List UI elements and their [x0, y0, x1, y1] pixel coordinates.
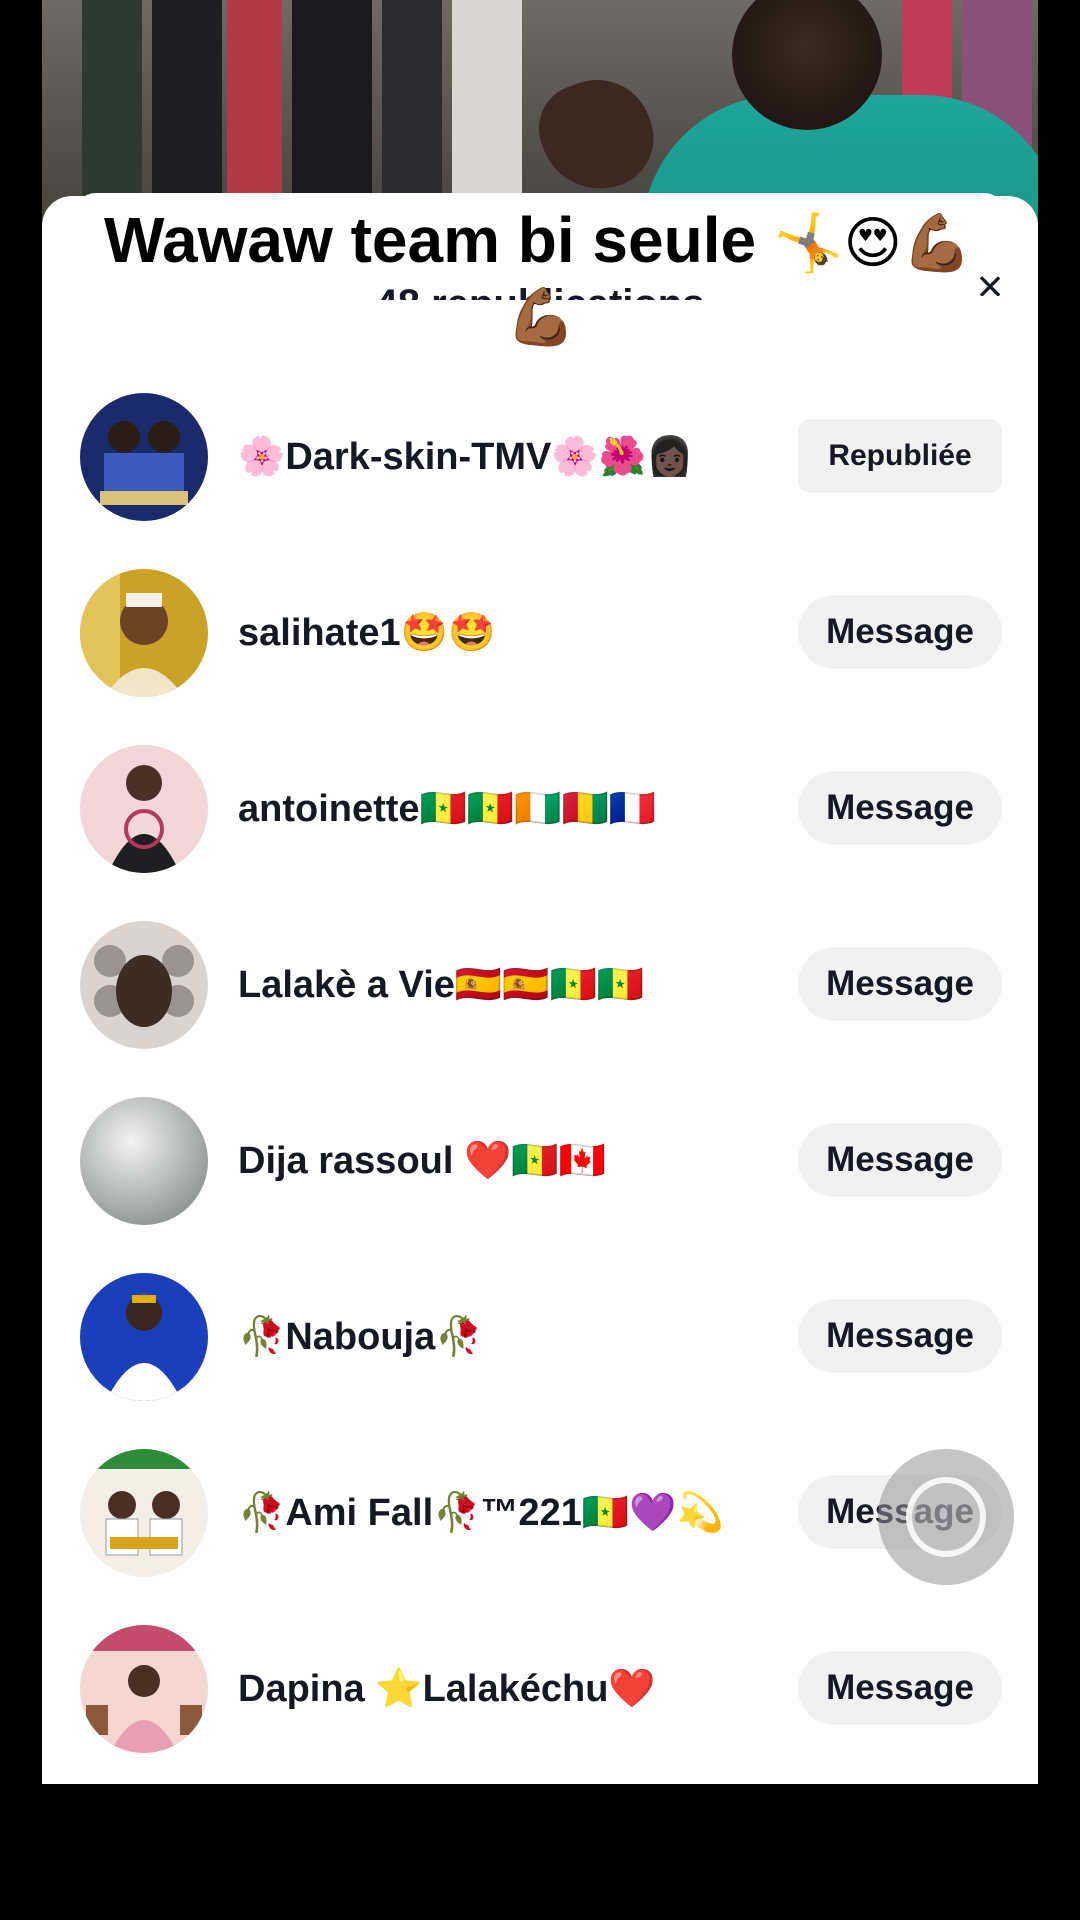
- list-item[interactable]: 🌸Dark-skin-TMV🌸🌺👩🏿 Republiée: [42, 371, 1038, 547]
- username[interactable]: 🌸Dark-skin-TMV🌸🌺👩🏿: [238, 429, 693, 485]
- message-button[interactable]: Message: [798, 1651, 1002, 1725]
- avatar-image: [80, 569, 208, 697]
- message-button[interactable]: Message: [798, 947, 1002, 1021]
- caption-text: Wawaw team bi seule: [104, 204, 757, 276]
- avatar[interactable]: [80, 1449, 208, 1577]
- avatar-image: [80, 1273, 208, 1401]
- message-button[interactable]: Message: [798, 595, 1002, 669]
- avatar[interactable]: [80, 1273, 208, 1401]
- loading-spinner-icon: [878, 1449, 1014, 1585]
- username[interactable]: Lalakè a Vie🇪🇸🇪🇸🇸🇳🇸🇳: [238, 957, 644, 1013]
- avatar[interactable]: [80, 921, 208, 1049]
- username[interactable]: 🥀Ami Fall🥀™221🇸🇳💜💫: [238, 1485, 724, 1541]
- screen: 48 republications × 🌸Dark-skin-TMV🌸🌺👩🏿: [0, 0, 1080, 1920]
- list-item[interactable]: Lalakè a Vie🇪🇸🇪🇸🇸🇳🇸🇳 Message: [42, 899, 1038, 1075]
- avatar[interactable]: [80, 1625, 208, 1753]
- username[interactable]: salihate1🤩🤩: [238, 605, 495, 661]
- message-button[interactable]: Message: [798, 771, 1002, 845]
- avatar[interactable]: [80, 1097, 208, 1225]
- username[interactable]: 🥀Nabouja🥀: [238, 1309, 483, 1365]
- caption-emojis-line2: 💪🏾: [506, 285, 576, 348]
- person-hand: [526, 64, 668, 206]
- avatar[interactable]: [80, 393, 208, 521]
- reposts-list: 🌸Dark-skin-TMV🌸🌺👩🏿 Republiée salihate1🤩🤩…: [42, 371, 1038, 1779]
- list-item[interactable]: 🥀Nabouja🥀 Message: [42, 1251, 1038, 1427]
- reposted-button[interactable]: Republiée: [798, 419, 1002, 493]
- list-item[interactable]: Dapina ⭐Lalakéchu❤️ Message: [42, 1603, 1038, 1779]
- message-button[interactable]: Message: [798, 1299, 1002, 1373]
- username[interactable]: antoinette🇸🇳🇸🇳🇨🇮🇬🇳🇫🇷: [238, 781, 656, 837]
- avatar-image: [80, 1625, 208, 1753]
- avatar-image: [80, 921, 208, 1049]
- avatar-image: [80, 1449, 208, 1577]
- list-item[interactable]: Dija rassoul ❤️🇸🇳🇨🇦 Message: [42, 1075, 1038, 1251]
- list-item[interactable]: salihate1🤩🤩 Message: [42, 547, 1038, 723]
- avatar[interactable]: [80, 569, 208, 697]
- username[interactable]: Dija rassoul ❤️🇸🇳🇨🇦: [238, 1133, 606, 1189]
- message-button[interactable]: Message: [798, 1123, 1002, 1197]
- avatar-image: [80, 1097, 208, 1225]
- avatar-image: [80, 745, 208, 873]
- list-item[interactable]: antoinette🇸🇳🇸🇳🇨🇮🇬🇳🇫🇷 Message: [42, 723, 1038, 899]
- avatar-image: [80, 393, 208, 521]
- username[interactable]: Dapina ⭐Lalakéchu❤️: [238, 1661, 656, 1717]
- avatar[interactable]: [80, 745, 208, 873]
- caption-emojis: 🤸😍💪🏾: [773, 211, 972, 274]
- video-caption: Wawaw team bi seule 🤸😍💪🏾: [104, 200, 972, 283]
- spinner-ring: [906, 1477, 986, 1557]
